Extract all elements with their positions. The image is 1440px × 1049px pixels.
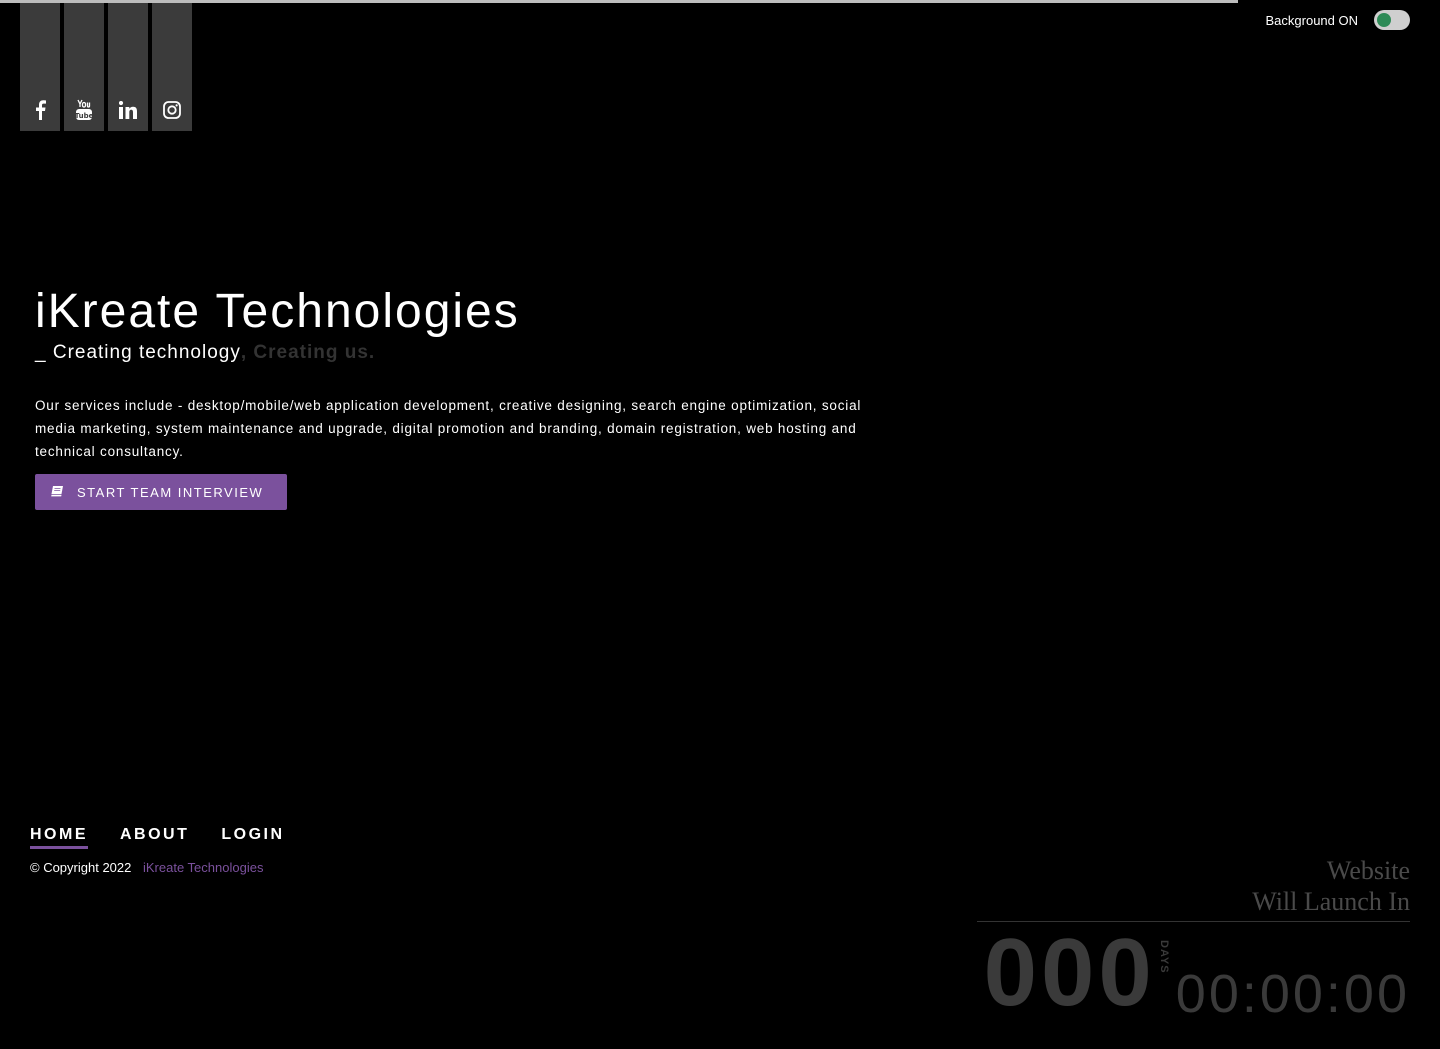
youtube-link[interactable]: Tube [64,3,104,131]
start-team-interview-label: START TEAM INTERVIEW [77,484,264,500]
countdown-clock: 00:00:00 [1175,964,1410,1024]
footer-nav: HOME ABOUT LOGIN [30,826,285,849]
linkedin-icon [108,99,148,121]
brand-link[interactable]: iKreate Technologies [143,860,263,875]
nav-login[interactable]: LOGIN [221,826,284,849]
background-toggle: Background ON [1265,10,1410,30]
hero-section: iKreate Technologies _ Creating technolo… [35,284,895,510]
instagram-link[interactable] [152,3,192,131]
launch-title-line1: Website [1326,856,1410,885]
book-icon [51,485,63,500]
nav-home[interactable]: HOME [30,826,88,849]
instagram-icon [152,99,192,121]
nav-about[interactable]: ABOUT [120,826,189,849]
services-description: Our services include - desktop/mobile/we… [35,398,862,459]
facebook-icon [20,99,60,121]
switch-knob [1377,13,1391,27]
launch-countdown: Website Will Launch In 000 DAYS 00:00:00 [977,855,1410,1024]
background-switch[interactable] [1374,10,1410,30]
tagline-lead: _ Creating technology [35,342,241,363]
copyright: © Copyright 2022 iKreate Technologies [30,860,263,875]
facebook-link[interactable] [20,3,60,131]
youtube-icon: Tube [64,99,104,121]
countdown-counter: 000 DAYS 00:00:00 [977,919,1410,1026]
linkedin-link[interactable] [108,3,148,131]
background-toggle-label: Background ON [1265,12,1359,28]
copyright-text: © Copyright 2022 [30,860,132,875]
countdown-days: 000 [983,919,1156,1026]
svg-text:Tube: Tube [75,112,93,120]
social-links: Tube [20,3,192,131]
hero-title: iKreate Technologies [35,285,520,338]
launch-title-line2: Will Launch In [1252,887,1410,916]
tagline: _ Creating technology, Creating us. [35,342,895,364]
countdown-days-label: DAYS [1157,940,1170,974]
start-team-interview-button[interactable]: START TEAM INTERVIEW [35,474,288,510]
tagline-rest: , Creating us. [240,342,376,363]
